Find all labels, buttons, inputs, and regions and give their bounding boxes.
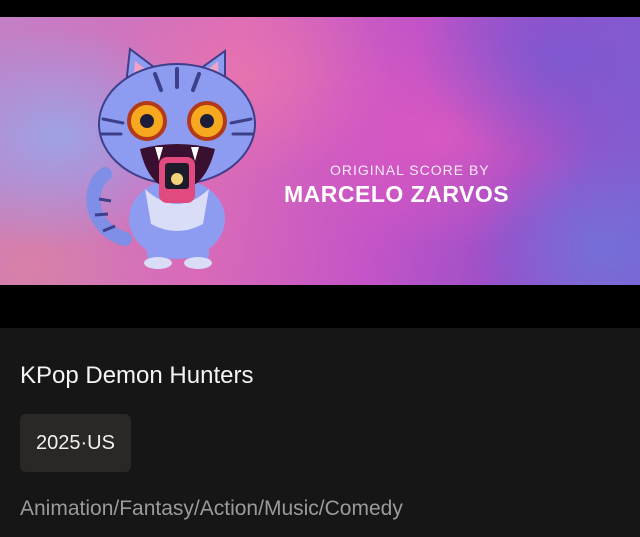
- soundtrack-banner[interactable]: ORIGINAL SCORE BY MARCELO ZARVOS: [0, 17, 640, 285]
- score-credit-label: ORIGINAL SCORE BY: [330, 162, 490, 178]
- movie-title: KPop Demon Hunters: [20, 362, 254, 389]
- composer-name: MARCELO ZARVOS: [284, 181, 510, 207]
- year-country-chip[interactable]: 2025·US: [20, 414, 131, 472]
- tiger-cat-mascot-icon: [86, 47, 256, 269]
- status-bar-spacer: [0, 0, 640, 17]
- year-country-label: 2025·US: [36, 431, 115, 454]
- genre-list: Animation/Fantasy/Action/Music/Comedy: [20, 497, 403, 520]
- movie-info-panel: KPop Demon Hunters 2025·US Animation/Fan…: [0, 328, 640, 537]
- banner-letterbox: [0, 285, 640, 328]
